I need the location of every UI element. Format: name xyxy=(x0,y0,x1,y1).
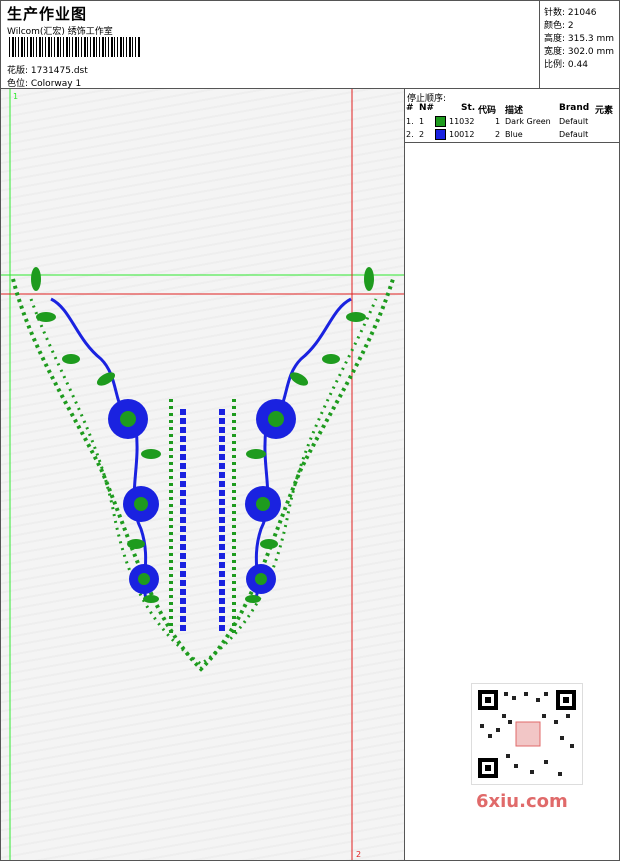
design-height: 高度: 315.3 mm xyxy=(544,34,615,44)
color-swatch-blue xyxy=(435,129,446,140)
col-header-stitches: St. xyxy=(461,103,476,113)
guide-label-2: 2 xyxy=(356,850,361,859)
watermark-text: 6xiu.com xyxy=(476,791,568,812)
design-width: 宽度: 302.0 mm xyxy=(544,47,615,57)
colorway-label: 色位: Colorway 1 xyxy=(7,79,82,89)
qr-code xyxy=(471,683,583,785)
neckline-border-outer xyxy=(11,278,395,672)
row-index: 2. xyxy=(406,130,414,139)
flowers xyxy=(108,399,296,594)
neckline-border-inner xyxy=(29,298,378,666)
design-file-name: 花版: 1731475.dst xyxy=(7,66,88,76)
col-header-element: 元素 xyxy=(595,106,614,116)
qr-code-icon xyxy=(478,690,576,778)
col-header-code: 代码 xyxy=(478,106,497,116)
stats-panel: 针数: 21046 颜色: 2 高度: 315.3 mm 宽度: 302.0 m… xyxy=(539,1,620,88)
row-brand: Default xyxy=(559,117,589,126)
scale-value: 比例: 0.44 xyxy=(544,60,588,70)
worksheet-header: 生产作业图 Wilcom(汇宏) 绣饰工作室 花版: 1731475.dst 色… xyxy=(1,1,619,89)
row-index: 1. xyxy=(406,117,414,126)
row-description: Blue xyxy=(505,130,523,139)
color-swatch-green xyxy=(435,116,446,127)
worksheet: 生产作业图 Wilcom(汇宏) 绣饰工作室 花版: 1731475.dst 色… xyxy=(0,0,620,861)
design-preview-canvas: 1 2 xyxy=(1,89,405,860)
col-header-n: N# xyxy=(419,103,435,113)
stitch-count: 针数: 21046 xyxy=(544,8,597,18)
row-brand: Default xyxy=(559,130,589,139)
row-stitches: 11032 xyxy=(449,117,475,126)
row-code: 2 xyxy=(495,130,501,139)
studio-name: Wilcom(汇宏) 绣饰工作室 xyxy=(7,27,113,37)
embroidery-design: 1 2 xyxy=(1,89,404,860)
row-n: 2 xyxy=(419,130,425,139)
stop-sequence-table: 停止顺序: # N# St. 代码 描述 Brand 元素 1. 1 11032… xyxy=(405,89,619,143)
row-code: 1 xyxy=(495,117,501,126)
col-header-description: 描述 xyxy=(505,106,524,116)
row-description: Dark Green xyxy=(505,117,551,126)
guide-label-1: 1 xyxy=(13,92,18,101)
row-n: 1 xyxy=(419,117,425,126)
page-title: 生产作业图 xyxy=(7,5,88,23)
col-header-index: # xyxy=(406,103,414,113)
row-stitches: 10012 xyxy=(449,130,475,139)
col-header-brand: Brand xyxy=(559,103,590,113)
leaves xyxy=(31,267,374,603)
color-count: 颜色: 2 xyxy=(544,21,574,31)
left-vine xyxy=(50,297,148,600)
right-vine xyxy=(254,297,352,600)
barcode xyxy=(9,37,141,57)
